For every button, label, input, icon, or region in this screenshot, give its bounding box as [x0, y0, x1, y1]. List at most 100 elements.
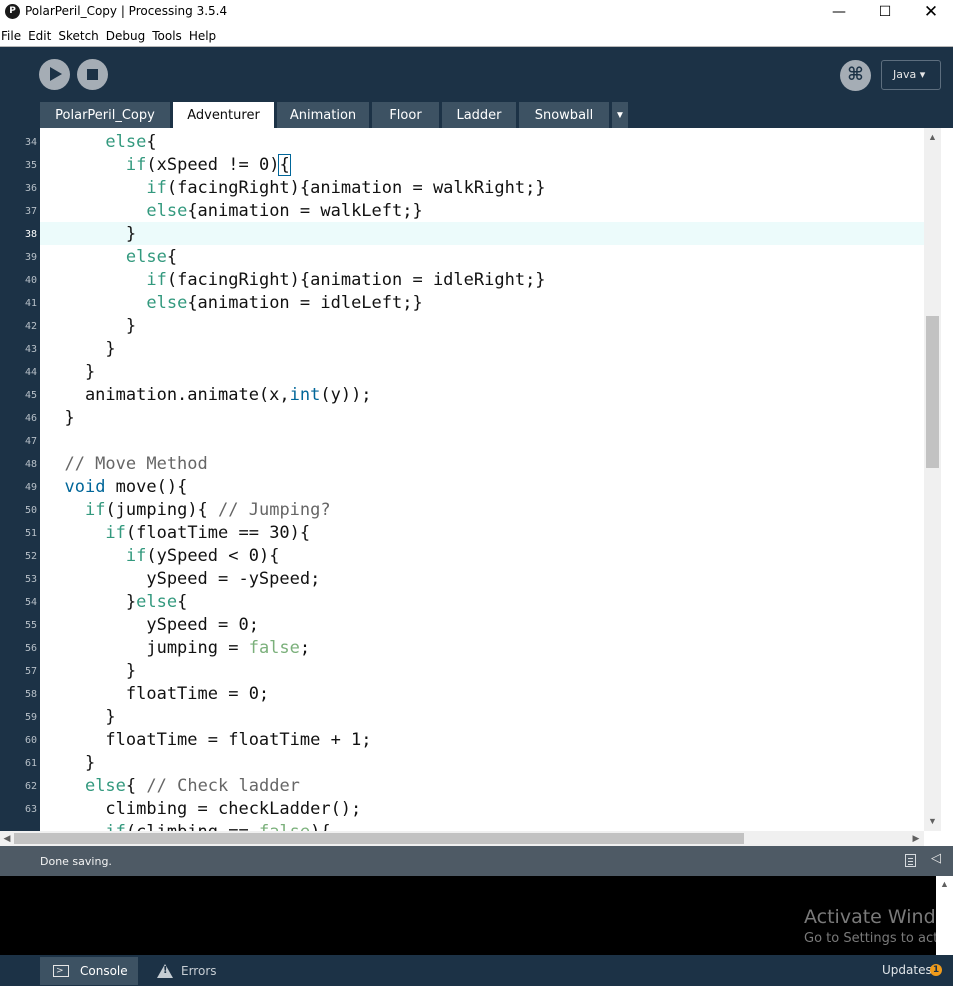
horizontal-scrollbar[interactable]: ◀ ▶ [0, 831, 924, 846]
vertical-scroll-thumb[interactable] [926, 316, 939, 468]
copy-icon[interactable] [905, 854, 916, 867]
menu-tools[interactable]: Tools [152, 26, 182, 46]
code-token: } [44, 362, 96, 382]
errors-tab[interactable]: Errors [143, 957, 229, 985]
code-line[interactable]: if(floatTime == 30){ [44, 522, 310, 545]
code-line[interactable]: } [44, 660, 136, 683]
activate-windows-title: Activate Windows [804, 906, 936, 928]
code-line[interactable]: }else{ [44, 591, 187, 614]
sketch-tabs: PolarPeril_Copy Adventurer Animation Flo… [40, 102, 628, 129]
code-line[interactable]: } [44, 338, 116, 361]
minimize-button[interactable]: — [816, 0, 862, 26]
code-line[interactable]: if(jumping){ // Jumping? [44, 499, 331, 522]
code-line[interactable]: } [44, 752, 95, 775]
line-number: 49 [24, 482, 37, 493]
mode-select[interactable]: Java ▾ [881, 60, 941, 90]
tab-menu-button[interactable]: ▼ [612, 102, 628, 129]
code-line[interactable]: else{ // Check ladder [44, 775, 300, 798]
code-area[interactable]: else{ if(xSpeed != 0){ if(facingRight){a… [40, 128, 924, 831]
tab-polarperil-copy[interactable]: PolarPeril_Copy [40, 102, 170, 129]
code-line[interactable]: else{ [44, 131, 157, 154]
line-number: 41 [24, 298, 37, 309]
menu-sketch[interactable]: Sketch [58, 26, 98, 46]
tab-adventurer[interactable]: Adventurer [173, 102, 274, 129]
updates-link[interactable]: Updates [882, 963, 932, 977]
code-line[interactable]: else{animation = walkLeft;} [44, 200, 422, 223]
menu-help[interactable]: Help [189, 26, 216, 46]
line-number: 53 [24, 574, 37, 585]
code-line[interactable]: } [44, 315, 136, 338]
scroll-up-arrow-icon[interactable]: ▲ [924, 130, 941, 144]
line-number: 61 [24, 758, 37, 769]
code-line[interactable]: if(ySpeed < 0){ [44, 545, 280, 568]
code-line[interactable]: floatTime = 0; [44, 683, 269, 706]
activate-windows-subtitle: Go to Settings to activate Windows. [804, 931, 936, 946]
code-line[interactable]: animation.animate(x,int(y)); [44, 384, 372, 407]
code-line[interactable]: } [44, 223, 136, 246]
maximize-button[interactable]: ☐ [862, 0, 908, 26]
code-token: else [105, 132, 147, 152]
code-line[interactable]: } [44, 361, 95, 384]
line-number: 59 [24, 712, 37, 723]
run-button[interactable] [39, 59, 70, 90]
code-line[interactable]: if(facingRight){animation = walkRight;} [44, 177, 545, 200]
horizontal-scroll-thumb[interactable] [14, 833, 744, 844]
code-line[interactable]: ySpeed = 0; [44, 614, 259, 637]
code-line[interactable]: // Move Method [44, 453, 207, 476]
tab-animation[interactable]: Animation [277, 102, 369, 129]
code-line[interactable]: else{ [44, 246, 177, 269]
console-scroll-up-icon[interactable]: ▲ [936, 879, 953, 889]
code-line[interactable]: climbing = checkLadder(); [44, 798, 361, 821]
code-token: { [166, 247, 178, 267]
menu-debug[interactable]: Debug [106, 26, 145, 46]
code-line[interactable]: } [44, 706, 116, 729]
code-line[interactable]: if(climbing == false){ [44, 821, 330, 831]
code-line[interactable]: if(xSpeed != 0){ [44, 154, 291, 177]
menu-file[interactable]: File [1, 26, 21, 46]
console-tab[interactable]: Console [40, 957, 138, 985]
code-line[interactable]: void move(){ [44, 476, 187, 499]
code-editor[interactable]: 34 35 36 37 38 39 40 41 42 43 44 45 46 47 48 49 50 51 52 53… [0, 128, 953, 831]
code-line[interactable]: floatTime = floatTime + 1; [44, 729, 371, 752]
code-line[interactable]: ySpeed = -ySpeed; [44, 568, 320, 591]
code-line[interactable]: if(facingRight){animation = idleRight;} [44, 269, 545, 292]
warning-icon [157, 964, 173, 978]
line-number: 50 [24, 505, 37, 516]
menu-edit[interactable]: Edit [28, 26, 51, 46]
code-token: } [44, 661, 137, 681]
code-token: if [146, 178, 167, 198]
code-token: (floatTime == 30){ [125, 523, 311, 543]
scroll-right-arrow-icon[interactable]: ▶ [909, 831, 923, 846]
code-token: ; [299, 638, 311, 658]
line-number: 46 [24, 413, 37, 424]
vertical-scrollbar[interactable]: ▲ ▼ [924, 128, 941, 831]
console-output[interactable]: Activate Windows Go to Settings to activ… [0, 876, 953, 955]
tab-ladder[interactable]: Ladder [442, 102, 516, 129]
code-line[interactable]: else{animation = idleLeft;} [44, 292, 422, 315]
code-line[interactable]: } [44, 407, 74, 430]
status-bar: Done saving. ◁ [0, 846, 953, 876]
close-button[interactable]: ✕ [908, 0, 953, 26]
stop-button[interactable] [77, 59, 108, 90]
scroll-down-arrow-icon[interactable]: ▼ [924, 814, 941, 828]
code-token: else [136, 592, 178, 612]
code-line[interactable]: jumping = false; [44, 637, 310, 660]
line-number: 35 [24, 160, 37, 171]
code-token: } [44, 707, 116, 727]
scroll-left-arrow-icon[interactable]: ◀ [0, 831, 14, 846]
code-token: // Check ladder [146, 776, 300, 796]
code-token: (xSpeed != 0) [146, 155, 280, 175]
console-scrollbar[interactable]: ▲ [936, 876, 953, 955]
code-token: (climbing == [126, 822, 259, 831]
code-token: { [146, 132, 157, 152]
tab-snowball[interactable]: Snowball [519, 102, 609, 129]
collapse-console-icon[interactable]: ◁ [931, 851, 941, 866]
code-token: (y)); [320, 385, 372, 405]
code-token: if [105, 822, 125, 831]
code-token: } [44, 339, 116, 359]
line-number-gutter: 34 35 36 37 38 39 40 41 42 43 44 45 46 47 48 49 50 51 52 53… [0, 128, 40, 831]
debug-button[interactable]: ⌘ [840, 60, 871, 91]
tab-floor[interactable]: Floor [372, 102, 439, 129]
